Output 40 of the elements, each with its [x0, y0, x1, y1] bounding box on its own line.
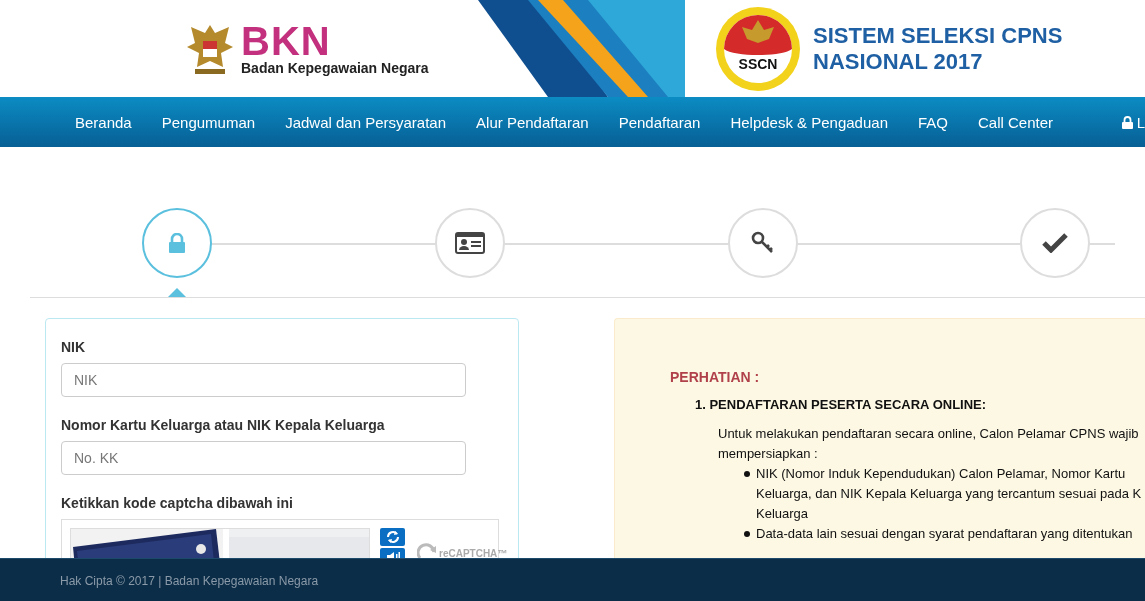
id-card-icon — [455, 232, 485, 254]
field-label: Nomor Kartu Keluarga atau NIK Kepala Keluarga — [61, 417, 386, 433]
notice-text: Untuk melakukan pendaftaran secara online, Calon Pelamar CPNS wajib — [718, 425, 1140, 443]
refresh-button[interactable] — [380, 528, 405, 546]
login-link[interactable]: L — [1136, 113, 1145, 131]
site-title: NASIONAL 2017 — [813, 48, 984, 75]
recaptcha-icon — [417, 542, 437, 558]
key-icon — [751, 231, 775, 255]
site-title: SISTEM SELEKSI CPNS — [813, 22, 1063, 49]
nav-link[interactable]: Pendaftaran — [603, 113, 716, 131]
notice-text: Data-data lain sesuai dengan syarat pendaftaran yang ditentukan — [756, 525, 1133, 543]
bullet-icon — [744, 471, 750, 477]
notice-text: mempersiapkan : — [718, 445, 819, 463]
nav-link[interactable]: Call Center — [963, 113, 1069, 131]
nav-link[interactable]: Beranda — [60, 113, 147, 131]
nav-link[interactable]: Helpdesk & Pengaduan — [715, 113, 903, 131]
bullet-icon — [744, 531, 750, 537]
notice-title: PERHATIAN : — [670, 369, 761, 385]
lock-icon — [1121, 115, 1133, 129]
copyright-text: Hak Cipta © 2017 | Badan Kepegawaian Negara — [60, 573, 319, 588]
nav-link[interactable]: Pengumuman — [146, 113, 271, 131]
notice-text: Keluarga, dan NIK Kepala Keluarga yang tercantum sesuai pada K — [756, 485, 1142, 503]
field-label: NIK — [61, 339, 87, 355]
bkn-logo-text: BKN — [241, 21, 331, 60]
section-heading: 1. PENDAFTARAN PESERTA SECARA ONLINE: — [695, 397, 988, 412]
step-pointer — [168, 288, 186, 297]
nav-link[interactable]: Jadwal dan Persyaratan — [270, 113, 462, 131]
agency-name: Badan Kepegawaian Negara — [241, 59, 429, 76]
nav-link[interactable]: Alur Pendaftaran — [461, 113, 604, 131]
check-icon — [1042, 233, 1068, 253]
input-field[interactable]: No. KK — [61, 441, 466, 475]
refresh-icon — [385, 530, 400, 544]
field-label: Ketikkan kode captcha dibawah ini — [61, 495, 294, 511]
recaptcha-logo-text: reCAPTCHA™ — [439, 547, 508, 558]
nav-link[interactable]: FAQ — [903, 113, 963, 131]
lock-icon — [168, 233, 186, 253]
sscn-logo-text: SSCN — [738, 55, 778, 72]
input-field[interactable]: NIK — [61, 363, 466, 397]
notice-text: NIK (Nomor Induk Kependudukan) Calon Pelamar, Nomor Kartu — [756, 465, 1127, 483]
notice-text: Keluarga — [756, 505, 810, 523]
